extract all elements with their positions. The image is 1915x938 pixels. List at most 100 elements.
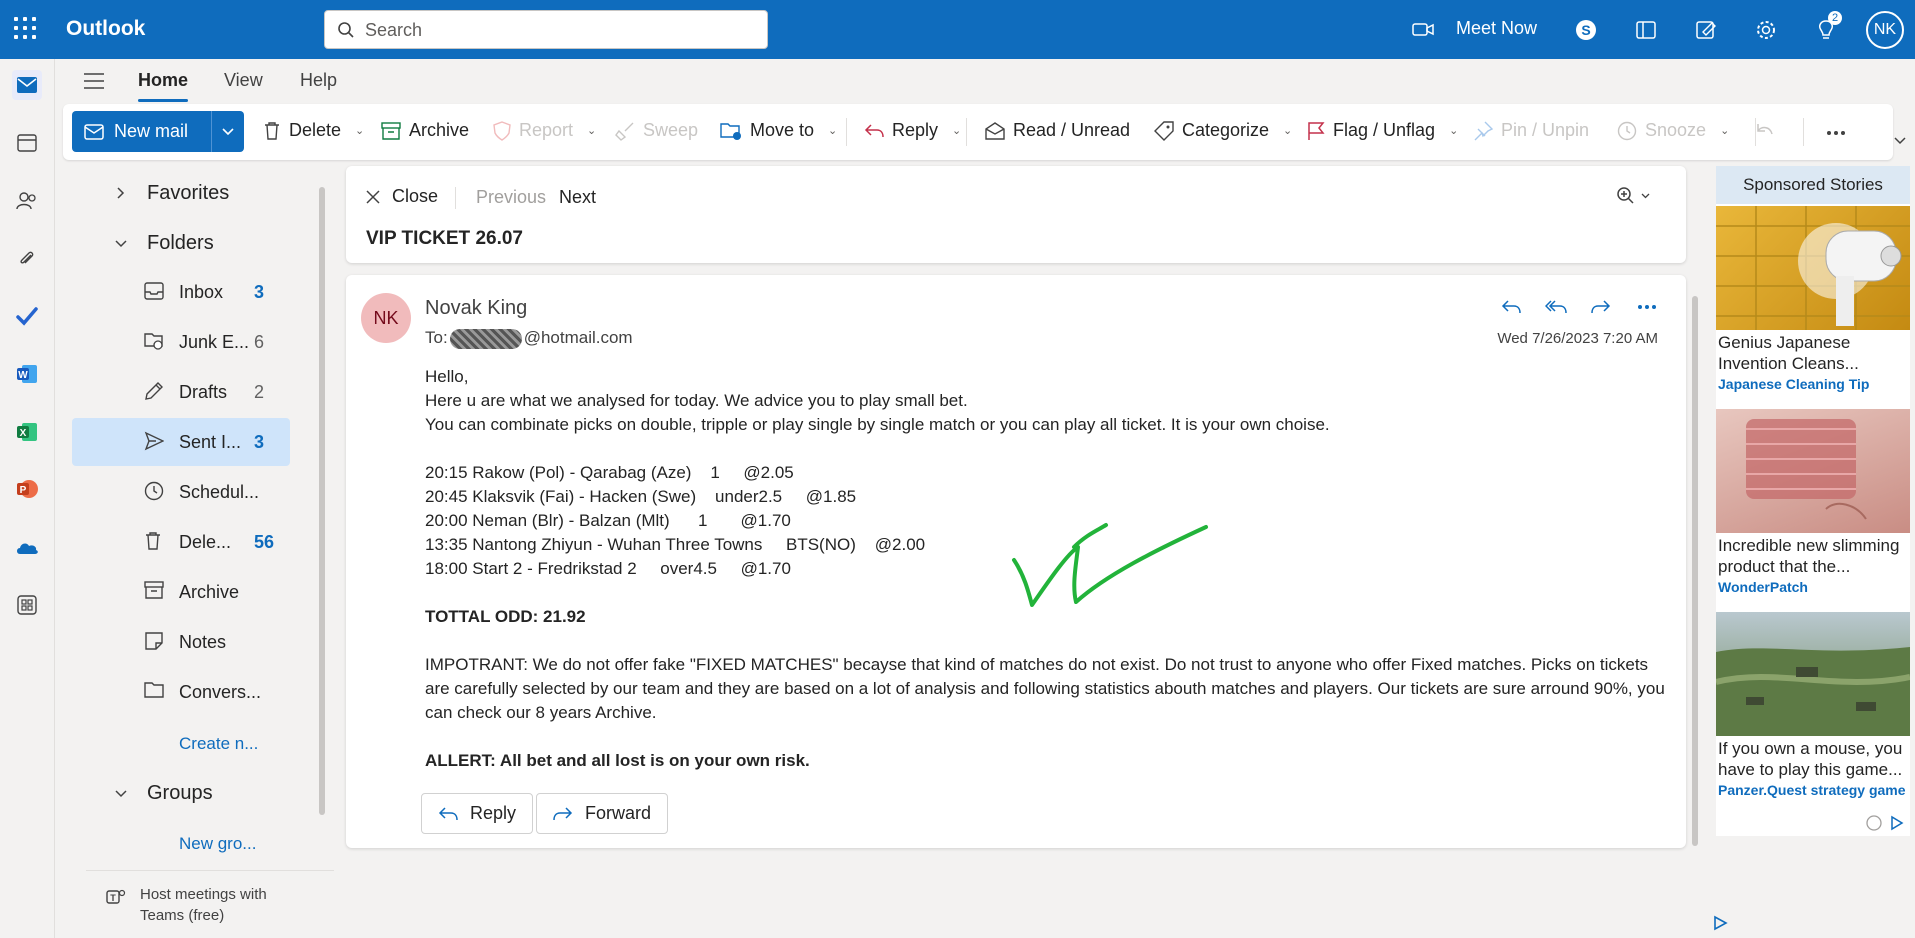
- ad-image-cleaning[interactable]: [1716, 206, 1910, 330]
- settings-gear-icon[interactable]: [1752, 16, 1780, 44]
- todo-icon[interactable]: [12, 301, 42, 331]
- new-group-link[interactable]: New gro...: [179, 834, 256, 854]
- sweep-button[interactable]: Sweep: [615, 120, 698, 141]
- app-launcher-icon[interactable]: [14, 17, 38, 41]
- greeting: Hello,: [425, 367, 469, 386]
- body-line: Here u are what we analysed for today. W…: [425, 391, 968, 410]
- search-placeholder: Search: [365, 20, 423, 40]
- chevron-down-icon: ⌄: [828, 125, 838, 137]
- reply-action[interactable]: [1496, 292, 1526, 322]
- to-prefix: To:: [425, 328, 448, 347]
- new-mail-button[interactable]: New mail: [72, 111, 244, 152]
- forward-footer-button[interactable]: Forward: [536, 793, 669, 834]
- folder-junk[interactable]: Junk E... 6: [72, 318, 290, 366]
- redacted-address: [449, 328, 522, 349]
- zoom-button[interactable]: [1616, 186, 1652, 211]
- forward-icon: [1591, 300, 1611, 314]
- previous-button[interactable]: Previous: [476, 187, 546, 208]
- folder-drafts[interactable]: Drafts 2: [72, 368, 290, 416]
- more-options-icon[interactable]: [1826, 130, 1846, 136]
- ad-choices-icon[interactable]: [1866, 814, 1906, 832]
- ribbon-expand-chevron-icon[interactable]: [1894, 137, 1906, 145]
- create-new-folder-link[interactable]: Create n...: [179, 734, 258, 754]
- new-mail-dropdown[interactable]: [211, 111, 244, 152]
- new-mail-label: New mail: [114, 121, 189, 141]
- flag-button[interactable]: Flag / Unflag ⌄: [1307, 120, 1458, 141]
- account-avatar[interactable]: NK: [1866, 11, 1904, 49]
- next-button[interactable]: Next: [559, 187, 596, 208]
- forward-action[interactable]: [1586, 292, 1616, 322]
- folder-inbox[interactable]: Inbox 3: [72, 268, 290, 316]
- ad-headline[interactable]: Genius Japanese Invention Cleans...: [1718, 332, 1910, 374]
- teams-promo[interactable]: T Host meetings with Teams (free): [86, 870, 334, 938]
- hamburger-menu-icon[interactable]: [83, 72, 105, 90]
- new-mail-main[interactable]: New mail: [72, 111, 210, 152]
- ribbon-divider: [846, 118, 847, 146]
- meet-now-button[interactable]: Meet Now: [1456, 18, 1537, 39]
- reply-all-action[interactable]: [1541, 292, 1571, 322]
- ad-headline[interactable]: Incredible new slimming product that the…: [1718, 535, 1910, 577]
- folder-scheduled[interactable]: Schedul...: [72, 468, 290, 516]
- groups-label: Groups: [147, 782, 213, 804]
- ad-source[interactable]: WonderPatch: [1718, 579, 1808, 595]
- skype-icon[interactable]: S: [1572, 16, 1600, 44]
- folder-notes[interactable]: Notes: [72, 618, 290, 666]
- folder-deleted[interactable]: Dele... 56: [72, 518, 290, 566]
- allert-notice: ALLERT: All bet and all lost is on your …: [425, 751, 810, 770]
- more-apps-icon[interactable]: [12, 590, 42, 620]
- archive-button[interactable]: Archive: [381, 120, 469, 141]
- message-scrollbar[interactable]: [1692, 296, 1698, 846]
- video-camera-icon[interactable]: [1412, 19, 1434, 39]
- folder-conversation-history[interactable]: Convers...: [72, 668, 290, 716]
- people-icon[interactable]: [12, 186, 42, 216]
- tab-view[interactable]: View: [224, 70, 263, 91]
- folder-sent[interactable]: Sent I... 3: [72, 418, 290, 466]
- attachment-icon[interactable]: [12, 244, 42, 274]
- reply-footer-button[interactable]: Reply: [421, 793, 534, 834]
- ad-choices-icon[interactable]: [1712, 915, 1728, 931]
- powerpoint-icon[interactable]: P: [12, 474, 42, 504]
- search-box[interactable]: Search: [324, 10, 768, 49]
- ad-source[interactable]: Panzer.Quest strategy game: [1718, 782, 1906, 798]
- slimming-patch-image: [1746, 419, 1867, 520]
- forward-footer-label: Forward: [585, 803, 652, 823]
- flag-icon: [1308, 121, 1325, 140]
- move-to-button[interactable]: Move to ⌄: [720, 120, 837, 141]
- favorites-label: Favorites: [147, 182, 230, 204]
- excel-icon[interactable]: X: [12, 417, 42, 447]
- snooze-button[interactable]: Snooze ⌄: [1617, 120, 1729, 141]
- folder-pane: Favorites Folders Inbox 3 Junk E... 6 Dr…: [72, 168, 334, 938]
- snooze-label: Snooze: [1645, 120, 1707, 140]
- sender-avatar[interactable]: NK: [361, 293, 411, 343]
- ad-headline[interactable]: If you own a mouse, you have to play thi…: [1718, 738, 1910, 780]
- teams-icon[interactable]: [1632, 16, 1660, 44]
- mail-icon[interactable]: [12, 70, 42, 100]
- reply-button[interactable]: Reply ⌄: [864, 120, 961, 141]
- tab-home[interactable]: Home: [138, 70, 188, 91]
- more-actions[interactable]: [1632, 292, 1662, 322]
- my-day-icon[interactable]: [1692, 16, 1720, 44]
- svg-text:W: W: [18, 370, 28, 381]
- undo-icon[interactable]: [1755, 122, 1775, 142]
- folder-archive[interactable]: Archive: [72, 568, 290, 616]
- app-name[interactable]: Outlook: [66, 17, 145, 41]
- read-unread-button[interactable]: Read / Unread: [985, 120, 1130, 141]
- ad-image-game[interactable]: [1715, 612, 1911, 736]
- item-count: 56: [254, 532, 275, 552]
- close-button[interactable]: Close: [366, 186, 438, 207]
- trash-icon: [265, 121, 279, 140]
- sender-name[interactable]: Novak King: [425, 297, 527, 320]
- categorize-button[interactable]: Categorize ⌄: [1154, 120, 1292, 141]
- folder-pane-scrollbar[interactable]: [319, 187, 325, 815]
- pin-button[interactable]: Pin / Unpin: [1473, 120, 1589, 141]
- ad-image-slimming[interactable]: [1716, 409, 1910, 533]
- tab-help[interactable]: Help: [300, 70, 337, 91]
- word-icon[interactable]: W: [12, 359, 42, 389]
- ad-source[interactable]: Japanese Cleaning Tip: [1718, 376, 1869, 392]
- onedrive-icon[interactable]: [12, 532, 42, 562]
- forward-icon: [553, 806, 573, 820]
- delete-button[interactable]: Delete ⌄: [263, 120, 364, 141]
- body-line: You can combinate picks on double, tripp…: [425, 415, 1330, 434]
- calendar-icon[interactable]: [12, 128, 42, 158]
- report-button[interactable]: Report ⌄: [493, 120, 596, 141]
